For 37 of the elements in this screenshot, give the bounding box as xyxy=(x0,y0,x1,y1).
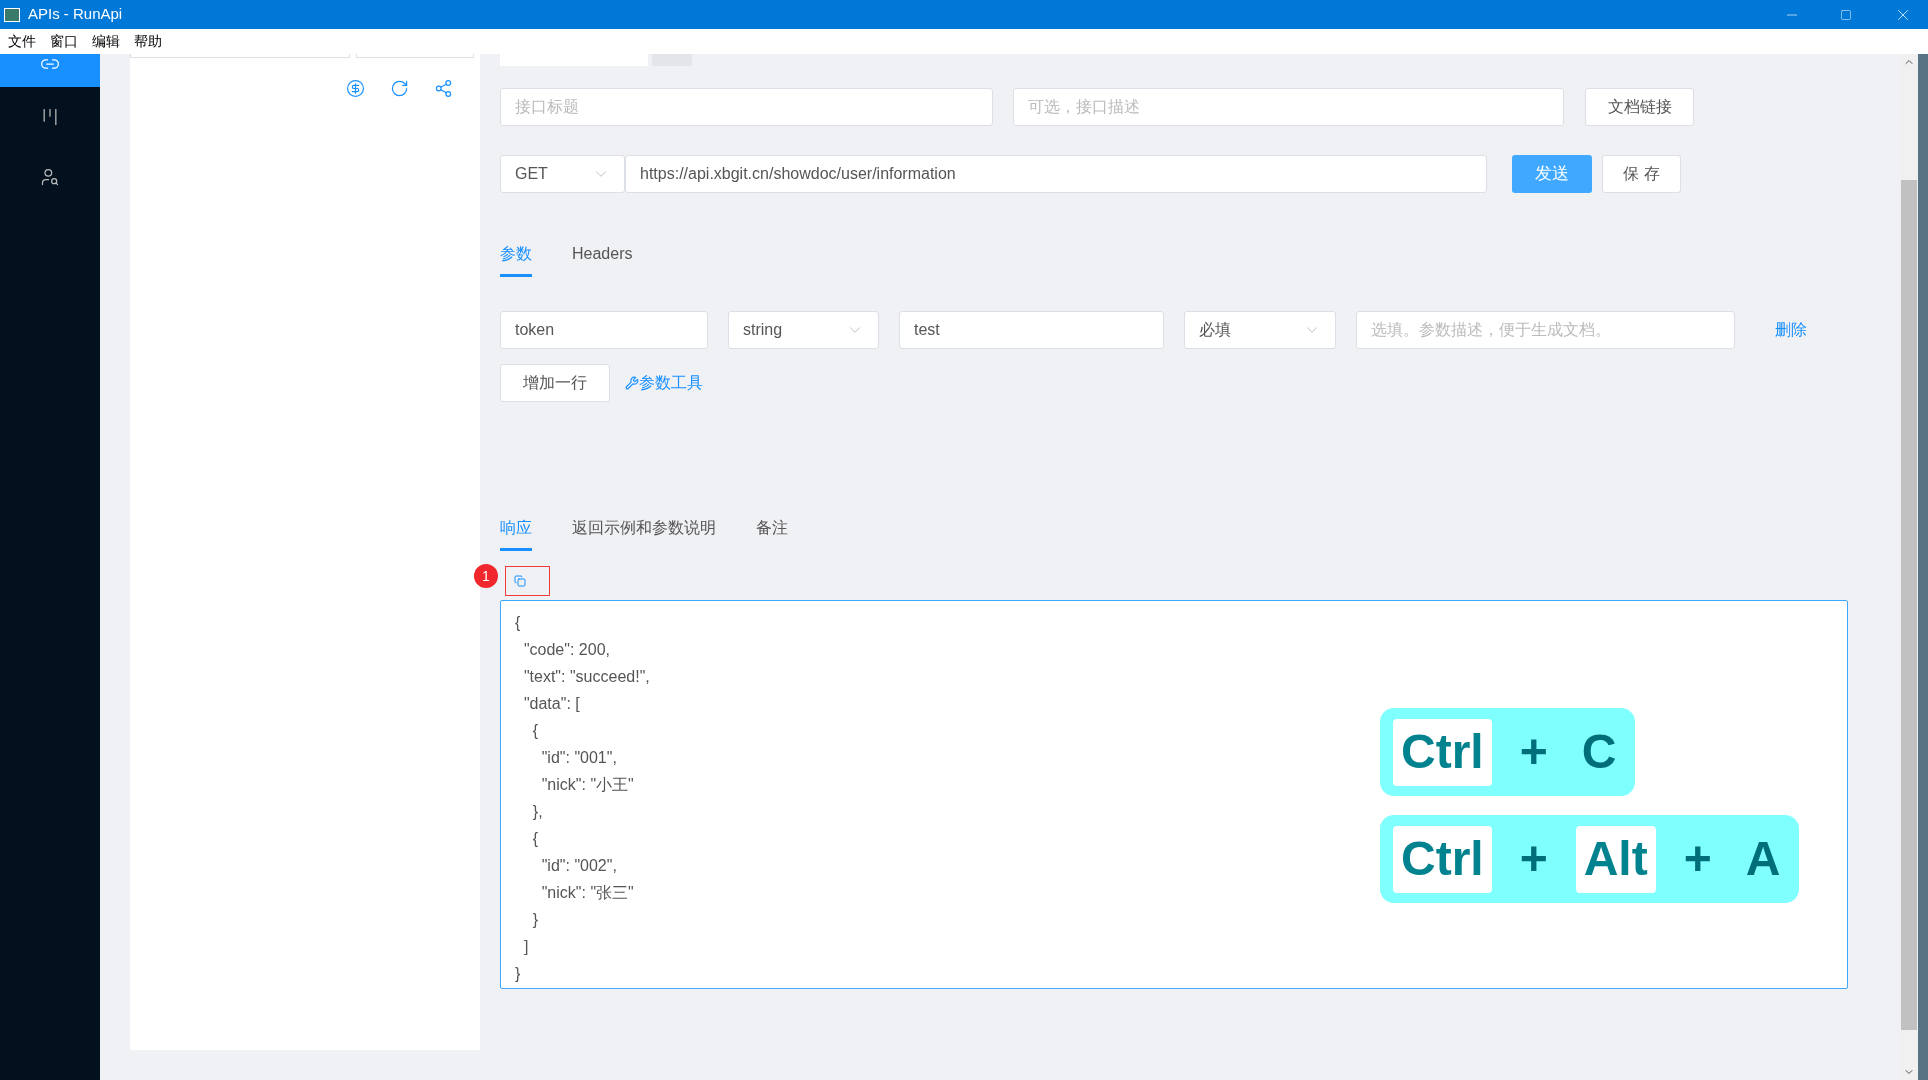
dollar-icon[interactable] xyxy=(346,79,365,98)
copy-button[interactable] xyxy=(505,566,550,596)
param-name-field[interactable]: token xyxy=(500,311,708,349)
copy-icon xyxy=(514,575,526,587)
menu-item[interactable]: 帮助 xyxy=(134,31,162,52)
refresh-icon[interactable] xyxy=(390,79,409,98)
tab[interactable]: Headers xyxy=(572,233,633,277)
key-cap: Alt xyxy=(1575,825,1656,893)
scrollbar-thumb[interactable] xyxy=(1901,180,1917,1030)
key-label: A xyxy=(1744,831,1782,887)
add-row-button[interactable]: 增加一行 xyxy=(500,364,610,402)
app-icon xyxy=(4,7,20,22)
key-label: + xyxy=(1518,724,1549,780)
required-select[interactable]: 必填 xyxy=(1184,311,1336,349)
save-button[interactable]: 保 存 xyxy=(1602,155,1681,193)
key-label: + xyxy=(1518,831,1549,887)
menu-item[interactable]: 文件 xyxy=(8,31,36,52)
restore-icon[interactable] xyxy=(1840,8,1852,21)
key-cap: Ctrl xyxy=(1393,825,1492,893)
menu-item[interactable]: 窗口 xyxy=(50,31,78,52)
param-type-select[interactable]: string xyxy=(728,311,879,349)
key-label: C xyxy=(1580,724,1618,780)
tab[interactable]: 返回示例和参数说明 xyxy=(572,507,716,551)
user-icon xyxy=(40,167,60,187)
key-cap: Ctrl xyxy=(1393,718,1492,786)
param-value-field[interactable]: test xyxy=(899,311,1164,349)
wrench-icon xyxy=(625,376,639,390)
method-select[interactable]: GET xyxy=(500,155,625,193)
sidebar-item[interactable] xyxy=(0,54,100,87)
tab[interactable]: 备注 xyxy=(756,507,788,551)
url-field[interactable]: https://api.xbgit.cn/showdoc/user/information xyxy=(625,155,1487,193)
share-icon[interactable] xyxy=(434,79,453,98)
callout-badge: 1 xyxy=(474,564,498,588)
menu-item[interactable]: 编辑 xyxy=(92,31,120,52)
key-label: + xyxy=(1682,831,1713,887)
window-title: APIs - RunApi xyxy=(28,4,123,25)
doc-link-button[interactable]: 文档链接 xyxy=(1585,88,1694,126)
